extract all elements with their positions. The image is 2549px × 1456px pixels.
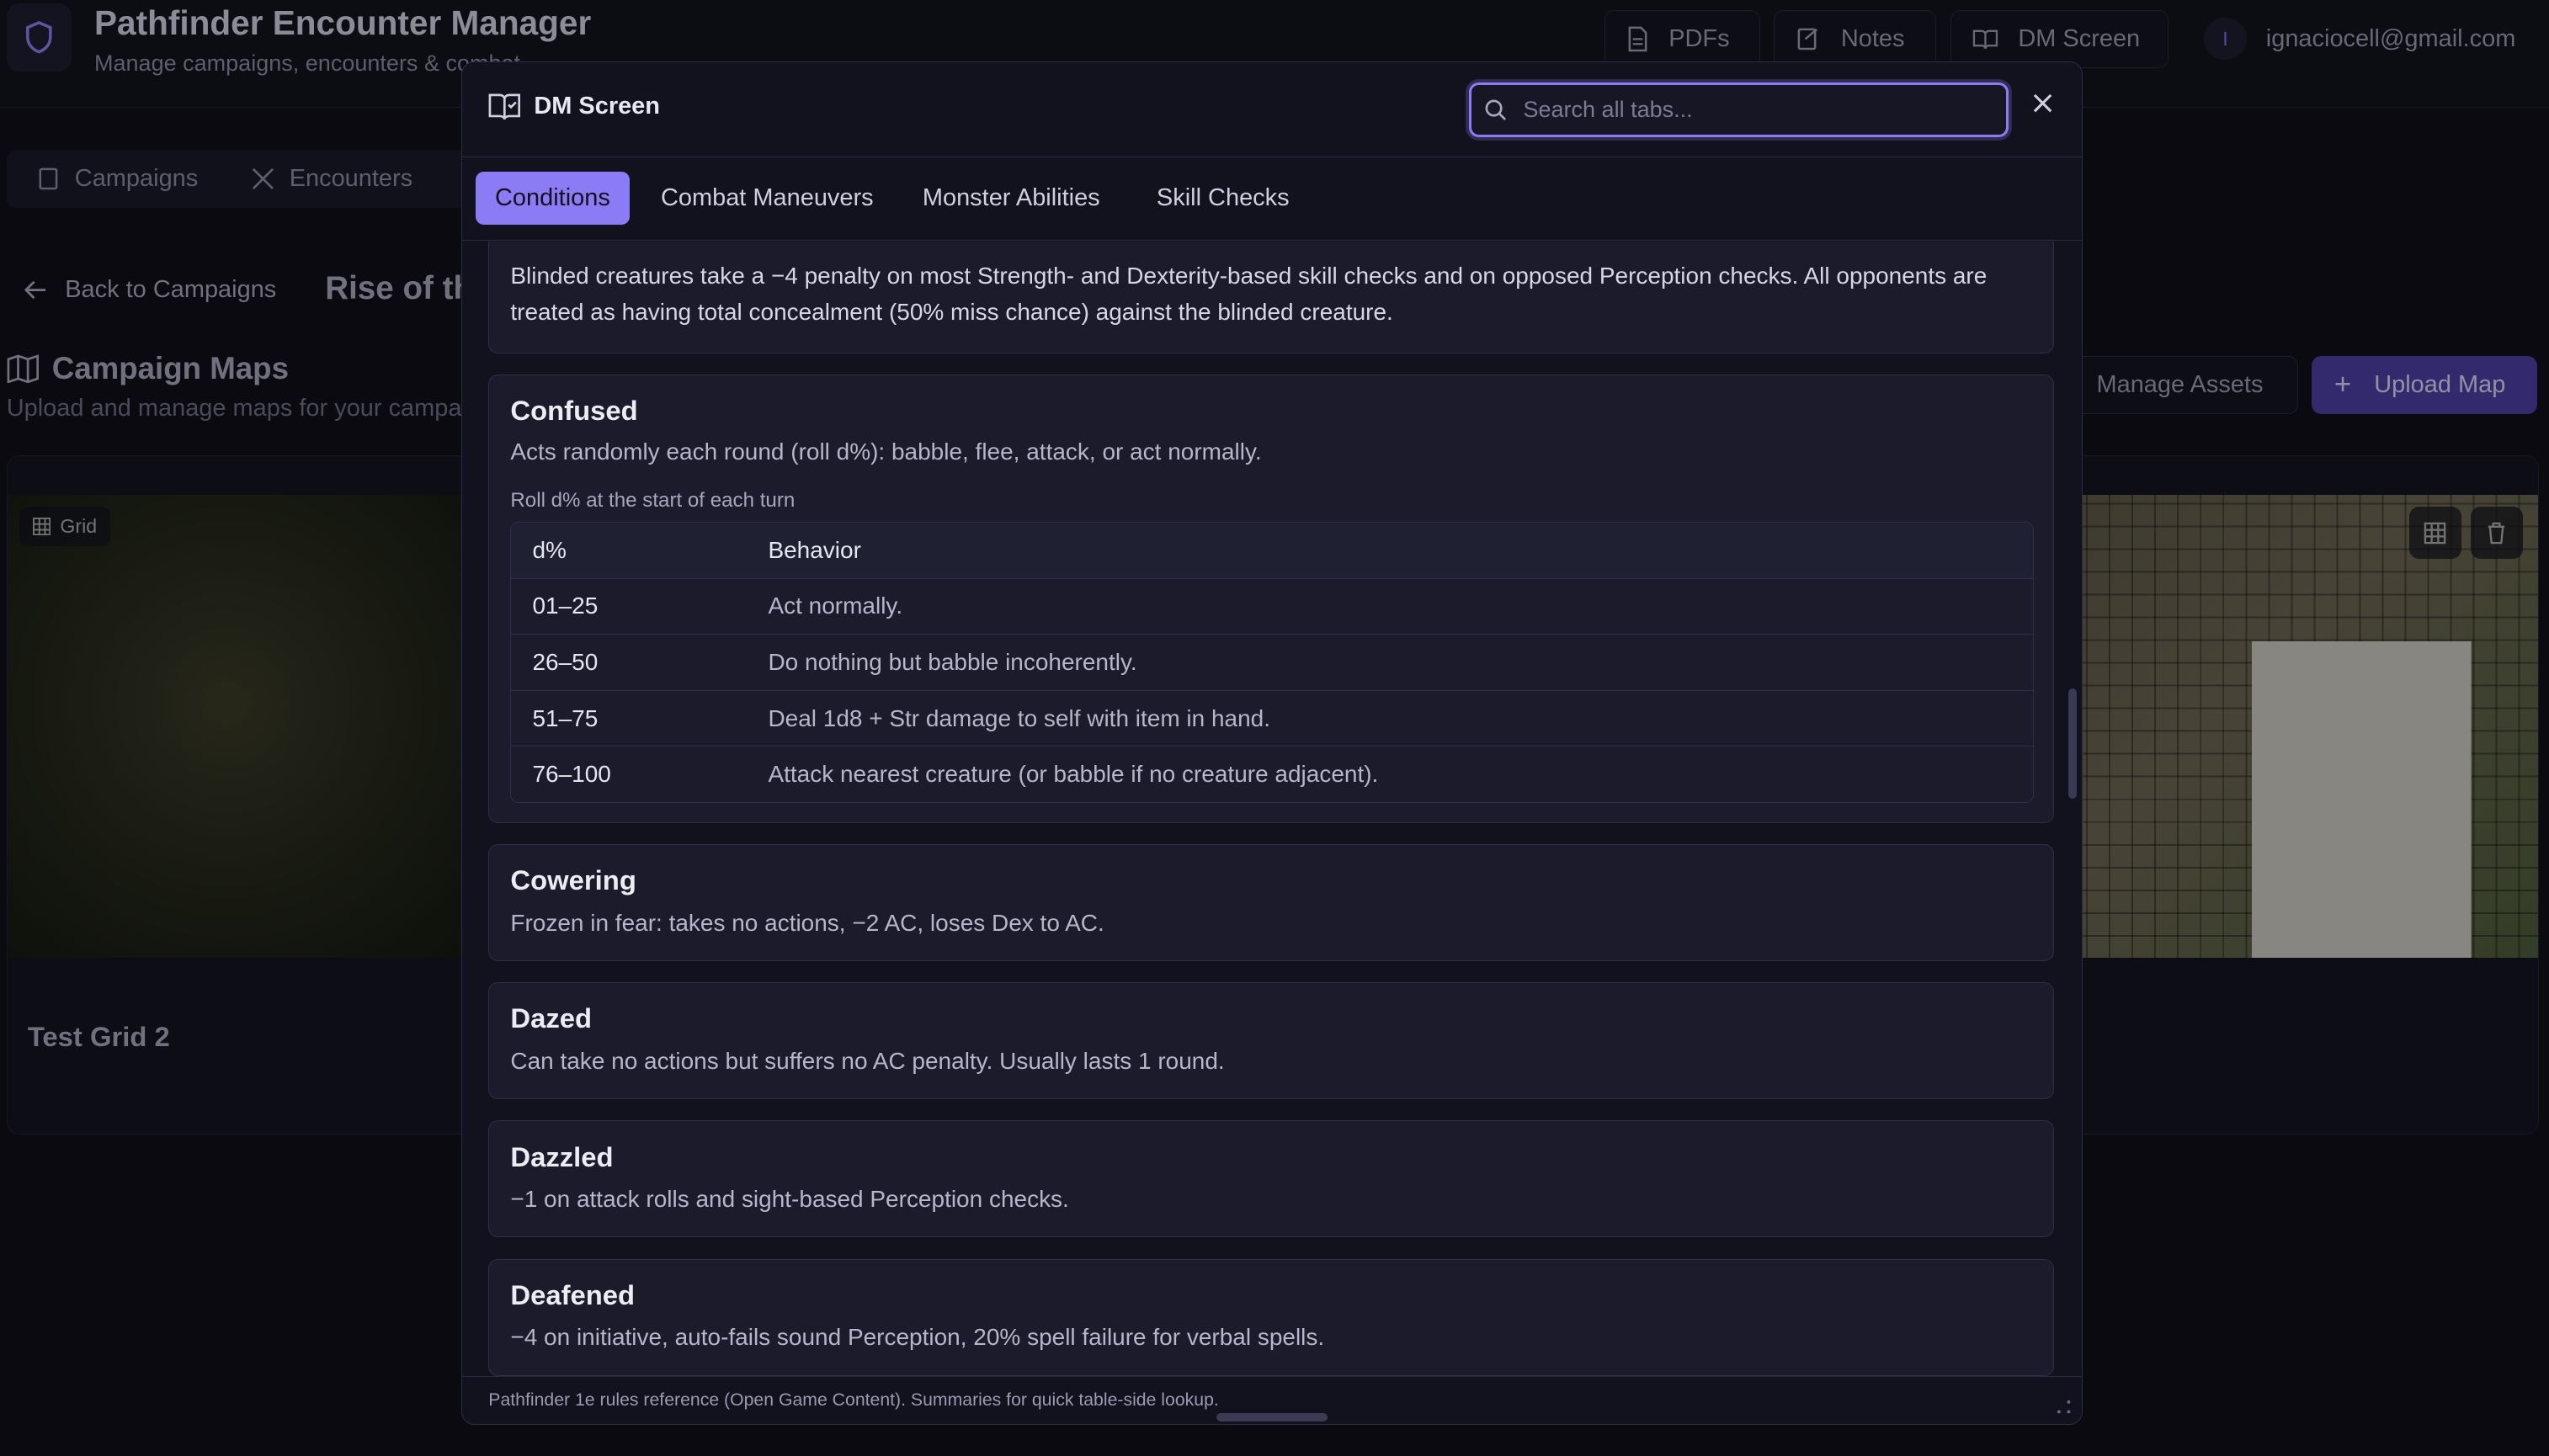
table-header: d% (532, 536, 567, 563)
footer-note: Pathfinder 1e rules reference (Open Game… (488, 1390, 1219, 1411)
modal-header: DM Screen (462, 62, 2082, 158)
table-row: 01–25 Act normally. (511, 577, 2033, 635)
tab-monster-abilities[interactable]: Monster Abilities (903, 172, 1120, 226)
condition-card-dazzled: Dazzled −1 on attack rolls and sight-bas… (488, 1120, 2054, 1238)
condition-card-deafened: Deafened −4 on initiative, auto-fails so… (488, 1258, 2054, 1376)
search-box[interactable] (1468, 82, 2009, 138)
condition-name: Dazzled (510, 1140, 614, 1172)
dm-screen-modal: DM Screen Conditions Combat Maneuvers Mo… (461, 61, 2083, 1426)
table-cell: Act normally. (768, 592, 903, 619)
search-icon (1485, 99, 1507, 120)
table-row: 51–75 Deal 1d8 + Str damage to self with… (511, 689, 2033, 747)
condition-description: Can take no actions but suffers no AC pe… (510, 1047, 1225, 1074)
condition-description: −4 on initiative, auto-fails sound Perce… (510, 1324, 1325, 1351)
condition-card-confused: Confused Acts randomly each round (roll … (488, 375, 2054, 824)
conditions-list: Blinded creatures take a −4 penalty on m… (462, 241, 2081, 1376)
tab-conditions[interactable]: Conditions (475, 171, 630, 226)
table-cell: Do nothing but babble incoherently. (768, 648, 1137, 675)
table-row: 76–100 Attack nearest creature (or babbl… (511, 746, 2033, 802)
condition-card-cowering: Cowering Frozen in fear: takes no action… (488, 844, 2054, 962)
book-check-icon (488, 93, 521, 120)
table-caption: Roll d% at the start of each turn (510, 489, 796, 513)
modal-title: DM Screen (488, 92, 660, 121)
horizontal-scrollbar[interactable] (1216, 1413, 1328, 1421)
table-cell: 26–50 (532, 648, 599, 675)
condition-name: Dazed (510, 1002, 593, 1034)
condition-description: −1 on attack rolls and sight-based Perce… (510, 1185, 1069, 1212)
resize-handle-icon[interactable] (2056, 1399, 2072, 1415)
confusion-table: d% Behavior 01–25 Act normally. 26–50 Do… (510, 521, 2034, 804)
condition-card-dazed: Dazed Can take no actions but suffers no… (488, 982, 2054, 1100)
search-input[interactable] (1519, 94, 2006, 125)
tab-skill-checks[interactable]: Skill Checks (1137, 172, 1309, 226)
condition-description: Blinded creatures take a −4 penalty on m… (510, 263, 1988, 325)
modal-title-label: DM Screen (534, 93, 660, 120)
condition-card-blinded: Blinded creatures take a −4 penalty on m… (488, 241, 2054, 354)
table-cell: 01–25 (532, 592, 599, 619)
table-row: 26–50 Do nothing but babble incoherently… (511, 634, 2033, 690)
table-header: Behavior (768, 536, 861, 563)
modal-tabs: Conditions Combat Maneuvers Monster Abil… (462, 158, 2082, 241)
condition-name: Confused (510, 395, 638, 427)
close-icon (2033, 93, 2052, 113)
table-cell: 76–100 (532, 761, 611, 788)
vertical-scrollbar[interactable] (2068, 688, 2077, 800)
table-cell: 51–75 (532, 704, 599, 731)
condition-description: Frozen in fear: takes no actions, −2 AC,… (510, 909, 1104, 936)
table-cell: Deal 1d8 + Str damage to self with item … (768, 704, 1271, 731)
condition-name: Deafened (510, 1278, 636, 1310)
close-button[interactable] (2026, 87, 2059, 120)
table-cell: Attack nearest creature (or babble if no… (768, 761, 1379, 788)
tab-combat-maneuvers[interactable]: Combat Maneuvers (641, 172, 893, 226)
table-header-row: d% Behavior (511, 522, 2033, 578)
condition-name: Cowering (510, 864, 636, 896)
condition-description: Acts randomly each round (roll d%): babb… (510, 438, 1262, 465)
